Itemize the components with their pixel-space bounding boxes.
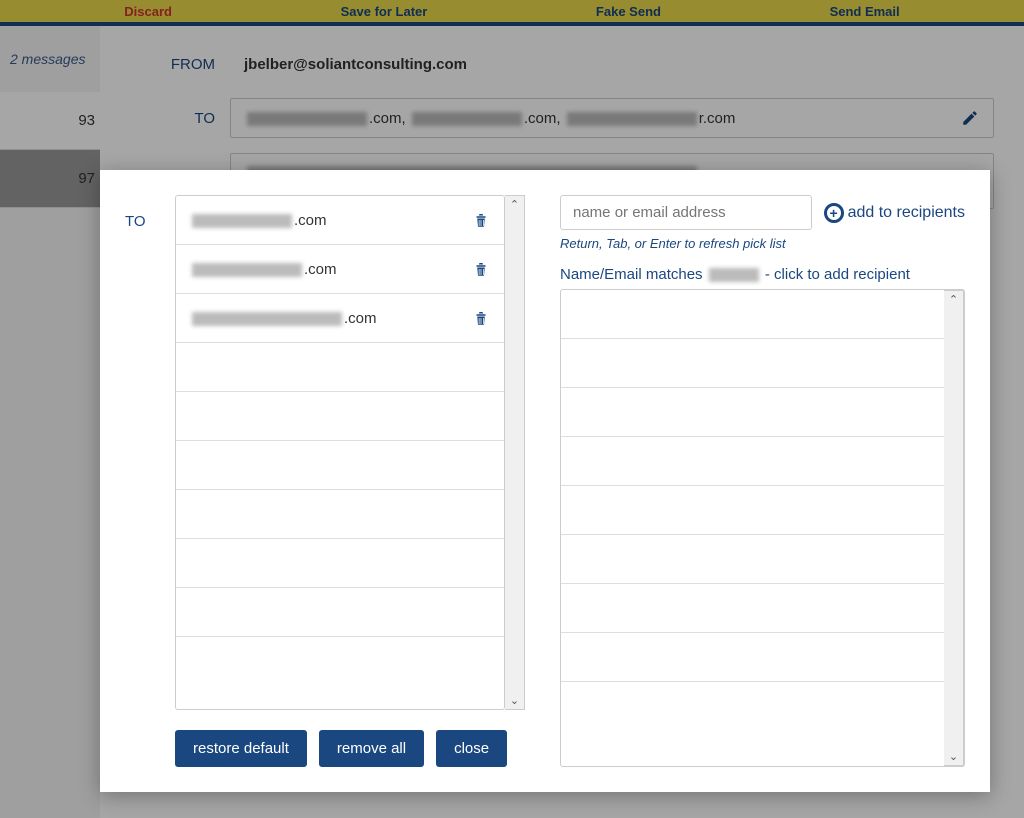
match-row-empty[interactable] (561, 339, 944, 388)
recipient-row-empty (176, 539, 504, 588)
match-row-empty[interactable] (561, 682, 944, 731)
recipient-row-empty (176, 490, 504, 539)
remove-all-button[interactable]: remove all (319, 730, 424, 767)
recipient-list: .com .com .com (175, 195, 505, 710)
restore-default-button[interactable]: restore default (175, 730, 307, 767)
recipient-row-empty (176, 637, 504, 686)
add-to-recipients-button[interactable]: + add to recipients (824, 203, 965, 223)
match-row-empty[interactable] (561, 486, 944, 535)
scroll-down-icon[interactable]: ⌄ (508, 692, 521, 709)
scroll-up-icon[interactable]: ⌃ (947, 291, 960, 308)
recipient-row-empty (176, 441, 504, 490)
modal-to-label: TO (125, 195, 175, 710)
plus-circle-icon: + (824, 203, 844, 223)
recipient-row: .com (176, 294, 504, 343)
matches-scrollbar[interactable]: ⌃ ⌄ (944, 290, 964, 766)
recipient-row-empty (176, 392, 504, 441)
scroll-up-icon[interactable]: ⌃ (508, 196, 521, 213)
search-input[interactable] (560, 195, 812, 230)
trash-icon[interactable] (472, 210, 490, 230)
match-row-empty[interactable] (561, 584, 944, 633)
recipient-row-empty (176, 343, 504, 392)
recipient-row-empty (176, 588, 504, 637)
recipient-scrollbar[interactable]: ⌃ ⌄ (505, 195, 525, 710)
recipients-modal: TO .com .com .com (100, 170, 990, 792)
recipient-row: .com (176, 196, 504, 245)
matches-list: ⌃ ⌄ (560, 289, 965, 767)
matches-label: Name/Email matches - click to add recipi… (560, 266, 965, 283)
match-row-empty[interactable] (561, 388, 944, 437)
recipient-row: .com (176, 245, 504, 294)
match-row-empty[interactable] (561, 633, 944, 682)
match-row-empty[interactable] (561, 437, 944, 486)
trash-icon[interactable] (472, 259, 490, 279)
trash-icon[interactable] (472, 308, 490, 328)
match-row-empty[interactable] (561, 290, 944, 339)
close-button[interactable]: close (436, 730, 507, 767)
search-hint: Return, Tab, or Enter to refresh pick li… (560, 236, 965, 251)
scroll-down-icon[interactable]: ⌄ (947, 748, 960, 765)
match-row-empty[interactable] (561, 535, 944, 584)
